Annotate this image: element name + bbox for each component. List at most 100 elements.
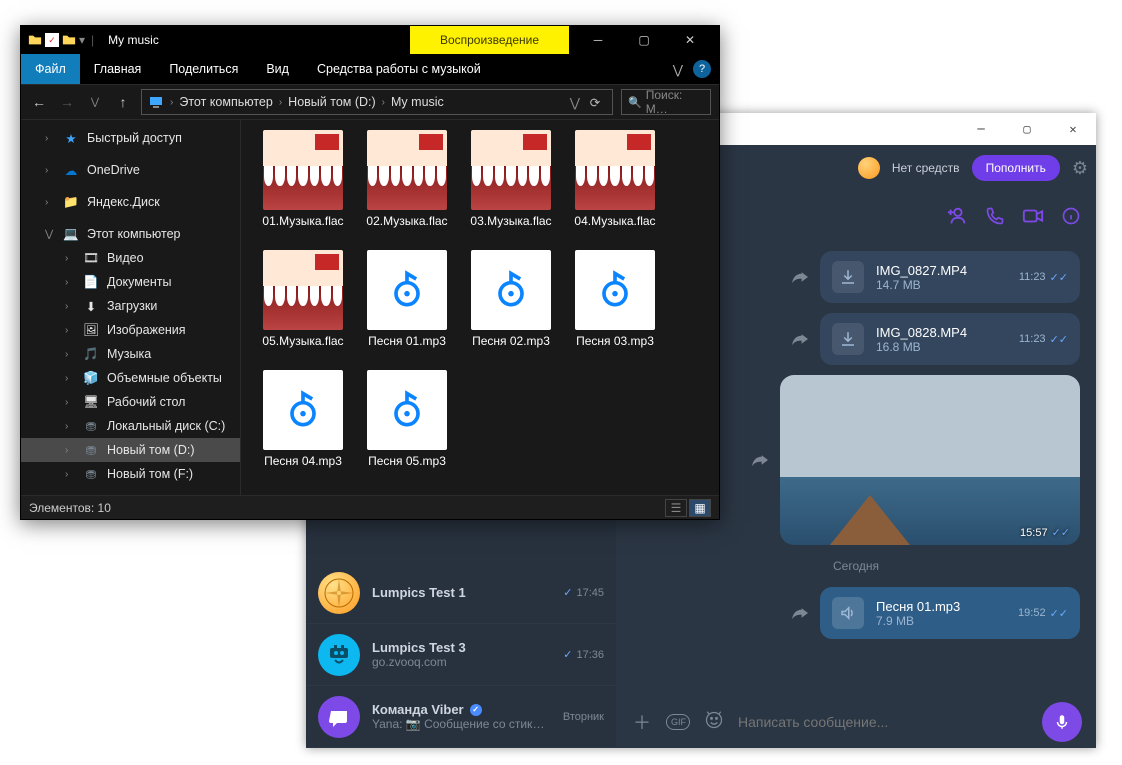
- refresh-icon[interactable]: ⟳: [584, 95, 606, 110]
- breadcrumb-segment[interactable]: Новый том (D:): [288, 95, 376, 109]
- file-tile[interactable]: 01.Музыка.flac: [251, 130, 355, 242]
- view-details-icon[interactable]: ☰: [665, 499, 687, 517]
- verified-badge-icon: ✓: [470, 704, 482, 716]
- breadcrumb-segment[interactable]: My music: [391, 95, 444, 109]
- file-tile[interactable]: Песня 02.mp3: [459, 250, 563, 362]
- chat-subtitle: go.zvooq.com: [372, 655, 551, 669]
- file-content-area[interactable]: 01.Музыка.flac02.Музыка.flac 03.Музыка.fl…: [241, 120, 719, 495]
- context-tab[interactable]: Воспроизведение: [410, 26, 569, 54]
- forward-icon[interactable]: [750, 452, 770, 468]
- file-tile[interactable]: 04.Музыка.flac: [563, 130, 667, 242]
- nav-documents[interactable]: ›📄Документы: [21, 270, 240, 294]
- download-icon[interactable]: [832, 323, 864, 355]
- nav-onedrive[interactable]: ›☁OneDrive: [21, 158, 240, 182]
- file-tile[interactable]: Песня 04.mp3: [251, 370, 355, 482]
- file-tile[interactable]: 03.Музыка.flac: [459, 130, 563, 242]
- properties-icon[interactable]: ✓: [45, 33, 59, 47]
- avatar: [318, 572, 360, 614]
- file-size: 7.9 MB: [876, 614, 960, 628]
- message-input[interactable]: [738, 714, 1030, 730]
- tab-file[interactable]: Файл: [21, 54, 80, 84]
- date-separator: Сегодня: [632, 559, 1080, 573]
- file-tile[interactable]: Песня 05.mp3: [355, 370, 459, 482]
- breadcrumb-segment[interactable]: Этот компьютер: [179, 95, 272, 109]
- chat-name: Lumpics Test 1: [372, 585, 466, 600]
- minimize-button[interactable]: ─: [958, 113, 1004, 145]
- pc-icon: [148, 94, 164, 110]
- nav-music[interactable]: ›🎵Музыка: [21, 342, 240, 366]
- chat-item[interactable]: Lumpics Test 1 ✓17:45: [306, 562, 616, 624]
- maximize-button[interactable]: ▢: [621, 26, 667, 54]
- info-icon[interactable]: [1060, 205, 1082, 227]
- video-message[interactable]: 15:57 ✓✓: [780, 375, 1080, 545]
- address-bar: ← → ⋁ ↑ › Этот компьютер › Новый том (D:…: [21, 84, 719, 120]
- tab-share[interactable]: Поделиться: [155, 54, 252, 84]
- tab-home[interactable]: Главная: [80, 54, 156, 84]
- audio-file-icon: [263, 370, 343, 450]
- nav-videos[interactable]: ›🎞Видео: [21, 246, 240, 270]
- ribbon-expand-icon[interactable]: ⋁: [673, 62, 683, 77]
- nav-downloads[interactable]: ›⬇Загрузки: [21, 294, 240, 318]
- audio-file-icon: [575, 250, 655, 330]
- nav-quick-access[interactable]: ›★Быстрый доступ: [21, 126, 240, 150]
- chat-item[interactable]: Команда Viber ✓ Yana: 📷 Сообщение со сти…: [306, 686, 616, 748]
- download-icon[interactable]: [832, 261, 864, 293]
- file-tile[interactable]: Песня 01.mp3: [355, 250, 459, 362]
- navigation-pane[interactable]: ›★Быстрый доступ ›☁OneDrive ›📁Яндекс.Дис…: [21, 120, 241, 495]
- file-tile[interactable]: 05.Музыка.flac: [251, 250, 355, 362]
- view-tiles-icon[interactable]: ▦: [689, 499, 711, 517]
- voice-message-button[interactable]: [1042, 702, 1082, 742]
- nav-pictures[interactable]: ›🖼Изображения: [21, 318, 240, 342]
- nav-yandex-disk[interactable]: ›📁Яндекс.Диск: [21, 190, 240, 214]
- explorer-titlebar[interactable]: ✓ ▾ | My music Воспроизведение ─ ▢ ✕: [21, 26, 719, 54]
- forward-icon[interactable]: [790, 605, 810, 621]
- nav-this-pc[interactable]: ⋁💻Этот компьютер: [21, 222, 240, 246]
- nav-forward-icon[interactable]: →: [57, 94, 77, 110]
- chat-time: Вторник: [563, 711, 604, 723]
- minimize-button[interactable]: ─: [575, 26, 621, 54]
- nav-up-icon[interactable]: ↑: [113, 94, 133, 110]
- topup-button[interactable]: Пополнить: [972, 155, 1060, 181]
- add-attachment-icon[interactable]: ＋: [630, 709, 654, 735]
- file-tile[interactable]: Песня 03.mp3: [563, 250, 667, 362]
- video-duration: 15:57: [1020, 527, 1048, 539]
- nav-drive-d[interactable]: ›⛃Новый том (D:): [21, 438, 240, 462]
- settings-icon[interactable]: ⚙: [1072, 158, 1088, 179]
- nav-desktop[interactable]: ›🖥Рабочий стол: [21, 390, 240, 414]
- file-tile[interactable]: 02.Музыка.flac: [355, 130, 459, 242]
- gif-icon[interactable]: GIF: [666, 714, 690, 730]
- search-box[interactable]: 🔍 Поиск: M…: [621, 89, 711, 115]
- sticker-icon[interactable]: [702, 710, 726, 735]
- audio-message[interactable]: Песня 01.mp3 7.9 MB 19:52✓✓: [820, 587, 1080, 639]
- forward-icon[interactable]: [790, 269, 810, 285]
- nav-recent-icon[interactable]: ⋁: [85, 97, 105, 108]
- call-icon[interactable]: [984, 205, 1006, 227]
- file-name: 03.Музыка.flac: [470, 214, 551, 228]
- nav-drive-f[interactable]: ›⛃Новый том (F:): [21, 462, 240, 486]
- video-call-icon[interactable]: [1022, 205, 1044, 227]
- read-ticks-icon: ✓✓: [1050, 271, 1068, 284]
- breadcrumb[interactable]: › Этот компьютер › Новый том (D:) › My m…: [141, 89, 613, 115]
- nav-drive-c[interactable]: ›⛃Локальный диск (C:): [21, 414, 240, 438]
- help-icon[interactable]: ?: [693, 60, 711, 78]
- close-button[interactable]: ✕: [1050, 113, 1096, 145]
- read-ticks-icon: ✓✓: [1052, 526, 1070, 539]
- tab-view[interactable]: Вид: [252, 54, 303, 84]
- balance-icon: [858, 157, 880, 179]
- album-art-icon: [471, 130, 551, 210]
- forward-icon[interactable]: [790, 331, 810, 347]
- close-button[interactable]: ✕: [667, 26, 713, 54]
- folder-icon[interactable]: [27, 32, 43, 48]
- file-name: Песня 04.mp3: [264, 454, 342, 468]
- balance-label: Нет средств: [892, 161, 960, 175]
- maximize-button[interactable]: ▢: [1004, 113, 1050, 145]
- tab-music-tools[interactable]: Средства работы с музыкой: [303, 54, 495, 84]
- breadcrumb-history-icon[interactable]: ⋁: [570, 95, 580, 110]
- new-folder-icon[interactable]: [61, 32, 77, 48]
- chat-item[interactable]: Lumpics Test 3 go.zvooq.com ✓17:36: [306, 624, 616, 686]
- nav-3d-objects[interactable]: ›🧊Объемные объекты: [21, 366, 240, 390]
- file-message[interactable]: IMG_0828.MP4 16.8 MB 11:23✓✓: [820, 313, 1080, 365]
- file-message[interactable]: IMG_0827.MP4 14.7 MB 11:23✓✓: [820, 251, 1080, 303]
- nav-back-icon[interactable]: ←: [29, 94, 49, 110]
- add-contact-icon[interactable]: [946, 205, 968, 227]
